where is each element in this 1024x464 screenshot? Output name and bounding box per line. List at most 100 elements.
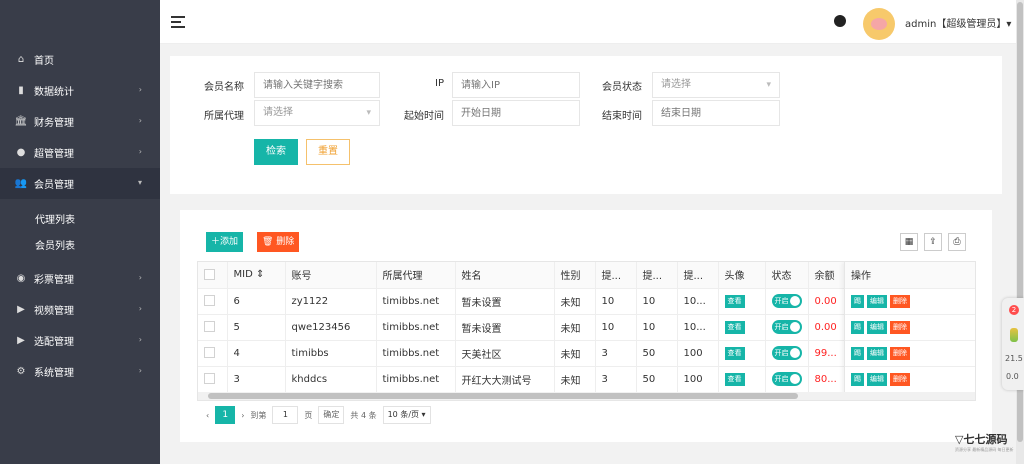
cell-c3: 100 [677, 366, 719, 393]
sidebar-item-label: 首页 [34, 56, 54, 67]
edit-button[interactable]: 编辑 [867, 346, 887, 360]
reset-button[interactable]: 重置 [306, 139, 350, 165]
sidebar-subitem-0[interactable]: 代理列表 [0, 205, 160, 231]
edit-button[interactable]: 编辑 [867, 320, 887, 334]
status-toggle[interactable]: 开启 [771, 294, 802, 308]
column-header[interactable]: 状态 [765, 262, 809, 289]
sidebar-item-2[interactable]: 🏛 财务管理 › [0, 106, 160, 137]
member-table-card: ＋添加 🗑 删除 ▦ ⇪ ⎙ MID ⇕ 账号 所属代理 姓名 性别 提... 提... 提.… [180, 210, 992, 442]
column-header[interactable]: 性别 [554, 262, 596, 289]
row-checkbox[interactable] [204, 321, 215, 333]
column-header[interactable]: 头像 [718, 262, 766, 289]
row-checkbox[interactable] [204, 347, 215, 359]
sidebar-item-bottom-3[interactable]: ⚙ 系统管理 › [0, 356, 160, 387]
sidebar-item-0[interactable]: ⌂ 首页 [0, 44, 160, 75]
column-header[interactable]: 提... [677, 262, 719, 289]
sidebar-item-bottom-0[interactable]: ◉ 彩票管理 › [0, 263, 160, 294]
kick-button[interactable]: 踢 [851, 346, 864, 360]
sidebar-item-label: 会员管理 [34, 180, 74, 191]
end-date-input[interactable] [652, 100, 780, 126]
sidebar-item-1[interactable]: ▮ 数据统计 › [0, 75, 160, 106]
menu-toggle-icon[interactable] [171, 16, 185, 28]
print-icon[interactable]: ⎙ [948, 233, 966, 251]
cell-c2: 50 [636, 366, 678, 393]
floating-monitor-widget[interactable]: 2 21.5 0.0 [1002, 298, 1024, 390]
cell-c1: 10 [595, 288, 637, 315]
chevron-right-icon: › [138, 273, 142, 282]
ip-input[interactable] [452, 72, 580, 98]
status-toggle[interactable]: 开启 [771, 372, 802, 386]
goto-label: 到第 [250, 410, 267, 420]
edit-button[interactable]: 编辑 [867, 294, 887, 308]
prev-page-button[interactable]: ‹ [206, 411, 209, 420]
sidebar-subitem-1[interactable]: 会员列表 [0, 231, 160, 257]
table-horizontal-scrollbar[interactable] [198, 392, 975, 400]
kick-button[interactable]: 踢 [851, 294, 864, 308]
chevron-right-icon: › [138, 366, 142, 375]
cell-agent: timibbs.net [376, 366, 456, 393]
export-icon[interactable]: ⇪ [924, 233, 942, 251]
bar-chart-icon: ▮ [18, 85, 24, 96]
kick-button[interactable]: 踢 [851, 320, 864, 334]
end-time-label: 结束时间 [602, 111, 642, 122]
logo-area [0, 0, 160, 44]
delete-button[interactable]: 🗑 删除 [257, 232, 300, 252]
columns-icon[interactable]: ▦ [900, 233, 918, 251]
column-header[interactable]: 所属代理 [376, 262, 456, 289]
kick-button[interactable]: 踢 [851, 372, 864, 386]
page-input[interactable]: 1 [272, 406, 299, 424]
delete-row-button[interactable]: 删除 [890, 320, 910, 334]
column-header[interactable]: 提... [595, 262, 637, 289]
status-toggle[interactable]: 开启 [771, 346, 802, 360]
view-avatar-button[interactable]: 查看 [724, 346, 745, 360]
view-avatar-button[interactable]: 查看 [724, 320, 745, 334]
column-header[interactable]: 账号 [285, 262, 377, 289]
sidebar-item-3[interactable]: ● 超管管理 › [0, 137, 160, 168]
column-header[interactable]: 提... [636, 262, 678, 289]
column-header[interactable]: MID ⇕ [227, 262, 286, 289]
member-name-input[interactable] [254, 72, 380, 98]
page-size-select[interactable]: 10 条/页 ▾ [382, 406, 431, 424]
ip-label: IP [435, 78, 444, 89]
status-toggle[interactable]: 开启 [771, 320, 802, 334]
sidebar-item-label: 财务管理 [34, 118, 74, 129]
view-avatar-button[interactable]: 查看 [724, 294, 745, 308]
edit-button[interactable]: 编辑 [867, 372, 887, 386]
agent-label: 所属代理 [204, 111, 244, 122]
next-page-button[interactable]: › [241, 411, 244, 420]
search-button[interactable]: 检索 [254, 139, 298, 165]
add-button[interactable]: ＋添加 [206, 232, 244, 252]
current-page[interactable]: 1 [215, 406, 236, 424]
avatar[interactable] [863, 8, 895, 40]
page-scrollbar[interactable] [1016, 0, 1024, 464]
delete-row-button[interactable]: 删除 [890, 294, 910, 308]
select-all-checkbox[interactable] [204, 269, 215, 280]
row-checkbox[interactable] [204, 295, 215, 307]
row-checkbox[interactable] [204, 373, 215, 385]
page-unit: 页 [304, 410, 313, 420]
confirm-page-button[interactable]: 确定 [318, 406, 345, 424]
sidebar-item-4[interactable]: 👥 会员管理 ▾ [0, 168, 160, 199]
view-avatar-button[interactable]: 查看 [724, 372, 745, 386]
column-header[interactable]: 姓名 [455, 262, 555, 289]
delete-row-button[interactable]: 删除 [890, 372, 910, 386]
status-label: 会员状态 [602, 82, 642, 93]
start-time-label: 起始时间 [404, 111, 444, 122]
table-row: 4 timibbs timibbs.net 天美社区 未知 3 50 100 查看 开启 99... [198, 340, 851, 367]
gear-icon: ⚙ [16, 366, 26, 377]
user-menu[interactable]: admin【超级管理员】▾ [905, 15, 1011, 30]
cell-account: qwe123456 [285, 314, 377, 341]
palette-icon[interactable] [834, 15, 846, 27]
agent-select[interactable]: 请选择 [254, 100, 380, 126]
sidebar-item-bottom-1[interactable]: ▶ 视频管理 › [0, 294, 160, 325]
user-icon: ● [16, 147, 26, 158]
cell-name: 暂未设置 [455, 288, 555, 315]
search-form: 会员名称 IP 会员状态 请选择 所属代理 请选择 起始时间 结束时间 检索 重… [170, 56, 1002, 194]
cell-gender: 未知 [554, 366, 596, 393]
delete-row-button[interactable]: 删除 [890, 346, 910, 360]
start-date-input[interactable] [452, 100, 580, 126]
status-select[interactable]: 请选择 [652, 72, 780, 98]
sidebar-item-bottom-2[interactable]: ▶ 选配管理 › [0, 325, 160, 356]
member-table: MID ⇕ 账号 所属代理 姓名 性别 提... 提... 提... 头像 状态 余额 6 zy112… [197, 261, 976, 401]
table-row: 6 zy1122 timibbs.net 暂未设置 未知 10 10 10... 查看 开启 0.0… [198, 288, 851, 315]
